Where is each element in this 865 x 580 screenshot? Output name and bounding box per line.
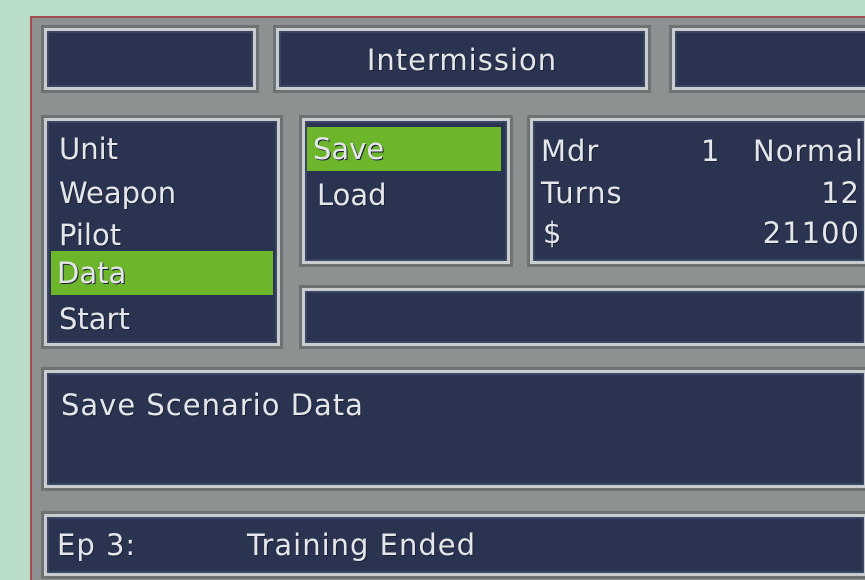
money-icon: $ (543, 216, 563, 250)
header-right-panel (672, 28, 865, 90)
screen-title: Intermission (366, 43, 558, 77)
submenu-item-save[interactable]: Save (307, 127, 501, 171)
menu-item-unit[interactable]: Unit (53, 127, 273, 171)
turns-value: 12 (821, 176, 860, 210)
info-panel (302, 288, 865, 346)
game-screen: Intermission Unit Weapon Pilot Data Star… (30, 16, 865, 580)
mode-value: Normal (753, 134, 864, 168)
header-title-panel: Intermission (276, 28, 648, 90)
footer-panel: Ep 3: Training Ended (44, 514, 865, 576)
help-panel: Save Scenario Data (44, 370, 865, 488)
main-menu-panel: Unit Weapon Pilot Data Start (44, 118, 280, 346)
submenu-item-load[interactable]: Load (311, 173, 505, 217)
menu-item-data[interactable]: Data (51, 251, 273, 295)
help-text: Save Scenario Data (61, 388, 364, 422)
mode-label: Mdr (541, 134, 600, 168)
menu-item-start[interactable]: Start (53, 297, 273, 341)
episode-label: Ep 3: (57, 528, 137, 562)
header-left-panel (44, 28, 256, 90)
turns-label: Turns (541, 176, 623, 210)
sub-menu-panel: Save Load (302, 118, 510, 264)
menu-item-weapon[interactable]: Weapon (53, 171, 273, 215)
scenario-name: Training Ended (247, 528, 477, 562)
mode-number: 1 (701, 134, 721, 168)
status-panel: Mdr 1 Normal Turns 12 $ 21100 (530, 118, 865, 264)
money-value: 21100 (762, 216, 860, 250)
